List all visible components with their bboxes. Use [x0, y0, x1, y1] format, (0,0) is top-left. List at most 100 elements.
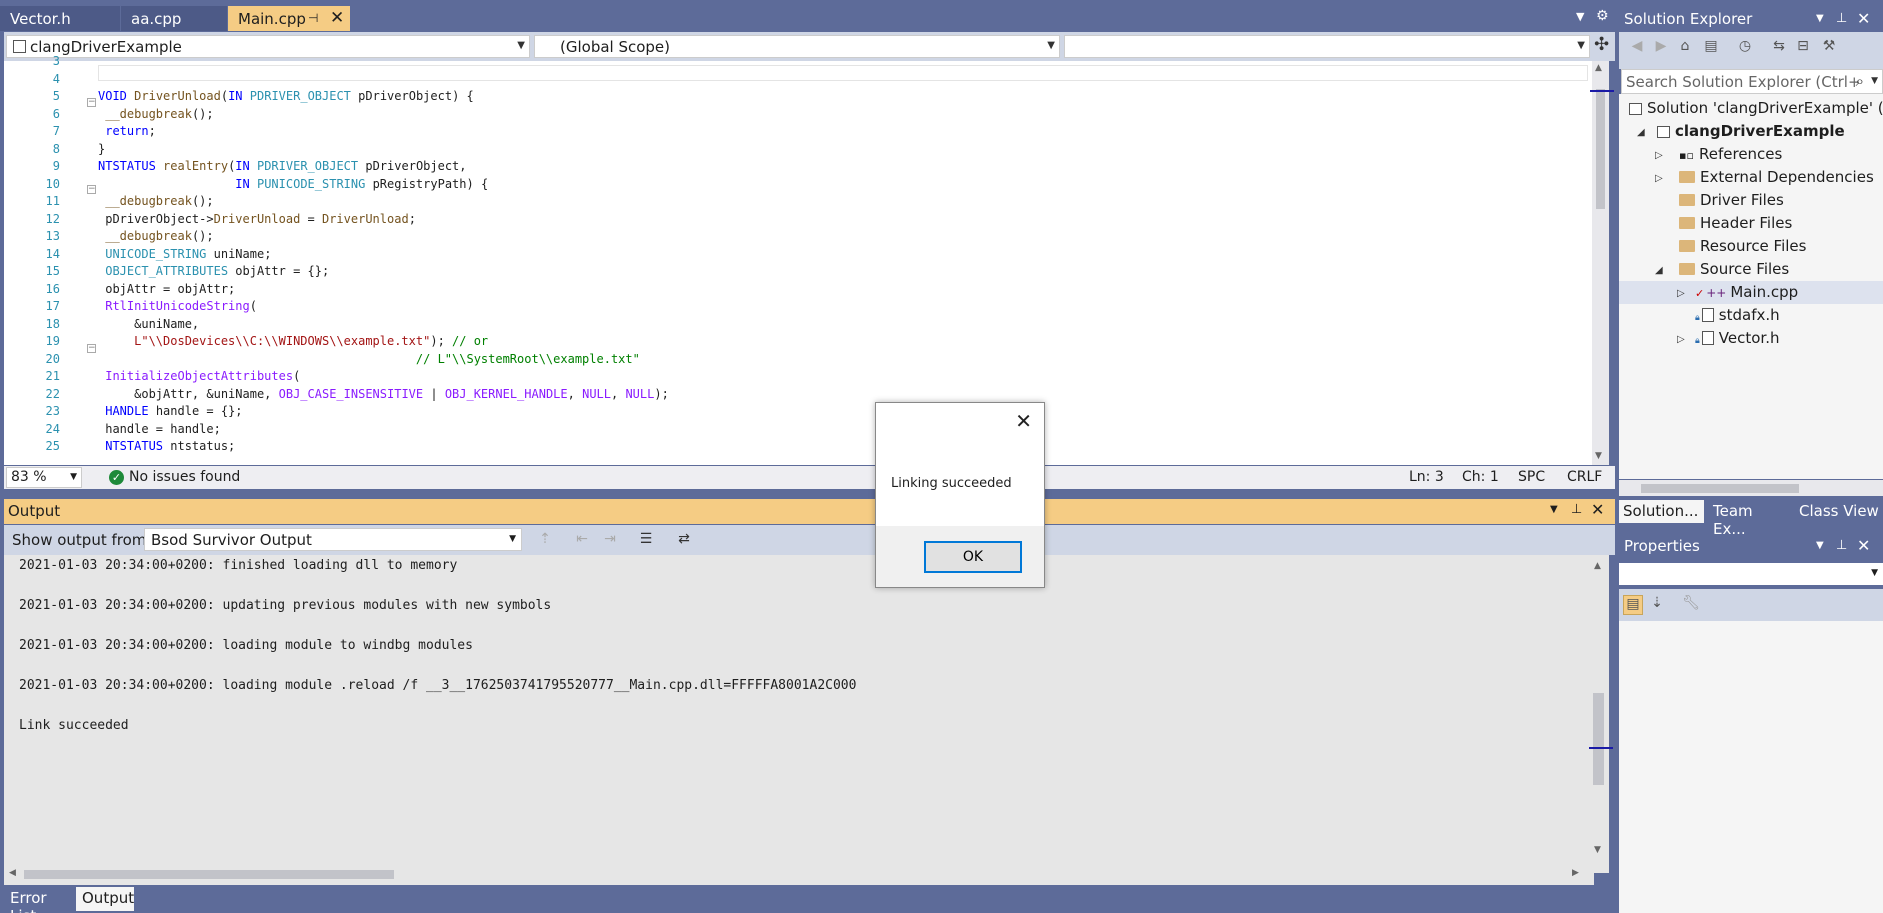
gear-icon[interactable]: ⚙ — [1596, 8, 1609, 24]
close-tab-icon[interactable]: ✕ — [330, 8, 344, 28]
pin-icon[interactable]: ⊥ — [1836, 538, 1847, 553]
output-vertical-scrollbar[interactable]: ▲ ▼ — [1589, 555, 1609, 873]
close-icon[interactable]: ✕ — [1857, 9, 1870, 28]
line-ending[interactable]: CRLF — [1567, 469, 1602, 485]
code-line[interactable]: // L"\\SystemRoot\\example.txt" — [98, 352, 640, 366]
zoom-dropdown[interactable]: 83 % ▼ — [6, 467, 82, 488]
switch-views-icon[interactable]: ▤ — [1701, 38, 1721, 58]
tab-vector-h[interactable]: Vector.h — [0, 6, 120, 31]
tab-list-dropdown-icon[interactable]: ▼ — [1576, 10, 1584, 23]
ok-button[interactable]: OK — [924, 541, 1022, 573]
code-line[interactable]: __debugbreak(); — [98, 194, 213, 208]
close-icon[interactable]: ✕ — [1015, 409, 1032, 433]
tab-aa-cpp[interactable]: aa.cpp — [121, 6, 227, 31]
expanded-arrow-icon[interactable]: ◢ — [1637, 127, 1645, 138]
tree-stdafx-h[interactable]: 🔒︎ stdafx.h — [1695, 306, 1780, 324]
code-line[interactable]: return; — [98, 124, 156, 138]
output-horizontal-scrollbar[interactable]: ◀ ▶ — [4, 866, 1594, 882]
fold-toggle-icon[interactable]: − — [87, 344, 96, 353]
code-line[interactable]: } — [98, 142, 105, 156]
tree-horizontal-scrollbar[interactable] — [1619, 480, 1883, 496]
code-line[interactable]: &uniName, — [98, 317, 199, 331]
collapsed-arrow-icon[interactable]: ▷ — [1655, 173, 1663, 184]
code-line[interactable]: UNICODE_STRING uniName; — [98, 247, 271, 261]
tree-resource-files[interactable]: Resource Files — [1679, 237, 1806, 255]
scrollbar-thumb[interactable] — [1593, 693, 1604, 785]
project-dropdown[interactable]: clangDriverExample ▼ — [6, 35, 530, 58]
previous-message-icon[interactable]: ⇤ — [572, 531, 592, 551]
split-icon[interactable]: ✣ — [1594, 34, 1609, 55]
tab-output[interactable]: Output — [76, 887, 134, 911]
pending-changes-icon[interactable]: ◷ — [1735, 38, 1755, 58]
forward-icon[interactable]: ▶ — [1651, 38, 1671, 58]
tab-team-explorer[interactable]: Team Ex... — [1709, 500, 1793, 538]
tree-solution[interactable]: Solution 'clangDriverExample' (1 — [1629, 99, 1883, 117]
scroll-right-icon[interactable]: ▶ — [1572, 868, 1579, 878]
tree-external-dependencies[interactable]: External Dependencies — [1679, 168, 1874, 186]
collapse-all-icon[interactable]: ⊟ — [1793, 38, 1813, 58]
code-line[interactable]: HANDLE handle = {}; — [98, 404, 242, 418]
pin-icon[interactable]: ⊥ — [1836, 11, 1847, 26]
code-line[interactable]: __debugbreak(); — [98, 229, 213, 243]
back-icon[interactable]: ◀ — [1627, 38, 1647, 58]
tab-solution-explorer[interactable]: Solution... — [1619, 500, 1704, 523]
solution-search-input[interactable]: Search Solution Explorer (Ctrl+ ⌕ ▼ — [1621, 69, 1883, 94]
find-message-icon[interactable]: ⇡ — [535, 531, 555, 551]
member-dropdown[interactable]: ▼ — [1064, 35, 1590, 58]
tree-driver-files[interactable]: Driver Files — [1679, 191, 1784, 209]
scroll-left-icon[interactable]: ◀ — [9, 868, 16, 878]
scroll-down-icon[interactable]: ▼ — [1594, 845, 1601, 855]
code-line[interactable]: pDriverObject->DriverUnload = DriverUnlo… — [98, 212, 416, 226]
tree-references[interactable]: ▪▫ References — [1679, 145, 1782, 163]
clear-all-icon[interactable]: ☰ — [636, 531, 656, 551]
tree-source-files[interactable]: Source Files — [1679, 260, 1789, 278]
properties-icon[interactable]: ⚒ — [1819, 38, 1839, 58]
code-line[interactable]: NTSTATUS realEntry(IN PDRIVER_OBJECT pDr… — [98, 159, 467, 173]
property-pages-icon[interactable]: 🔧︎ — [1681, 595, 1701, 615]
scroll-down-icon[interactable]: ▼ — [1595, 451, 1602, 461]
output-source-dropdown[interactable]: Bsod Survivor Output ▼ — [144, 528, 522, 551]
collapsed-arrow-icon[interactable]: ▷ — [1655, 150, 1663, 161]
editor-vertical-scrollbar[interactable]: ▲ ▼ — [1592, 61, 1609, 465]
categorized-icon[interactable]: ▤ — [1623, 595, 1643, 615]
scrollbar-thumb[interactable] — [1641, 484, 1799, 493]
scroll-up-icon[interactable]: ▲ — [1594, 561, 1601, 571]
code-line[interactable]: objAttr = objAttr; — [98, 282, 235, 296]
scope-dropdown[interactable]: (Global Scope) ▼ — [534, 35, 1060, 58]
code-line[interactable]: InitializeObjectAttributes( — [98, 369, 300, 383]
tab-class-view[interactable]: Class View — [1795, 500, 1883, 523]
code-editor[interactable]: 3 4 5 VOID DriverUnload(IN PDRIVER_OBJECT p… — [4, 54, 1594, 465]
tree-project[interactable]: clangDriverExample — [1657, 122, 1845, 140]
panel-menu-icon[interactable]: ▼ — [1550, 504, 1558, 515]
panel-menu-icon[interactable]: ▼ — [1816, 540, 1824, 551]
code-line[interactable]: &objAttr, &uniName, OBJ_CASE_INSENSITIVE… — [98, 387, 669, 401]
whitespace-mode[interactable]: SPC — [1518, 469, 1545, 485]
code-line[interactable]: VOID DriverUnload(IN PDRIVER_OBJECT pDri… — [98, 89, 474, 103]
alphabetical-icon[interactable]: ⇣ — [1647, 595, 1667, 615]
collapsed-arrow-icon[interactable]: ▷ — [1677, 288, 1685, 299]
chevron-down-icon[interactable]: ▼ — [1871, 76, 1878, 86]
expanded-arrow-icon[interactable]: ◢ — [1655, 265, 1663, 276]
code-line[interactable]: NTSTATUS ntstatus; — [98, 439, 235, 453]
collapsed-arrow-icon[interactable]: ▷ — [1677, 334, 1685, 345]
code-line[interactable]: OBJECT_ATTRIBUTES objAttr = {}; — [98, 264, 329, 278]
pin-icon[interactable]: ⊥ — [1571, 502, 1582, 517]
close-icon[interactable]: ✕ — [1591, 500, 1604, 519]
pin-icon[interactable]: ⊣ — [308, 11, 318, 25]
scrollbar-thumb[interactable] — [1596, 89, 1605, 209]
home-icon[interactable]: ⌂ — [1675, 38, 1695, 58]
tab-error-list[interactable]: Error List — [4, 887, 74, 913]
output-text-area[interactable]: 2021-01-03 20:34:00+0200: finished loadi… — [4, 555, 1594, 885]
tree-main-cpp[interactable]: ✓ ++ Main.cpp — [1695, 283, 1798, 301]
fold-toggle-icon[interactable]: − — [87, 98, 96, 107]
word-wrap-icon[interactable]: ⇄ — [674, 531, 694, 551]
sync-icon[interactable]: ⇆ — [1769, 38, 1789, 58]
properties-object-dropdown[interactable]: ▼ — [1619, 563, 1883, 585]
code-line[interactable]: __debugbreak(); — [98, 107, 213, 121]
code-line[interactable]: handle = handle; — [98, 422, 221, 436]
code-line[interactable]: L"\\DosDevices\\C:\\WINDOWS\\example.txt… — [98, 334, 488, 348]
code-line[interactable]: RtlInitUnicodeString( — [98, 299, 257, 313]
scroll-up-icon[interactable]: ▲ — [1595, 63, 1602, 73]
scrollbar-thumb[interactable] — [24, 870, 394, 879]
issues-status[interactable]: No issues found — [129, 469, 240, 485]
